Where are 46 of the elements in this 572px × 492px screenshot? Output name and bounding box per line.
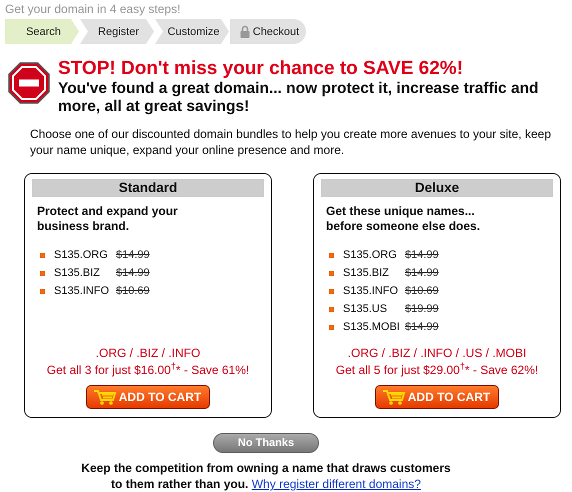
step-tab[interactable]: Customize [155, 19, 229, 44]
old-price: $10.69 [116, 285, 150, 297]
domain-name: S135.MOBI [343, 321, 401, 333]
bullet-icon [329, 306, 334, 312]
headline: STOP! Don't miss your chance to SAVE 62%! [58, 57, 464, 80]
stop-sign-icon [8, 62, 50, 104]
intro-text: Get your domain in 4 easy steps! [4, 2, 182, 18]
bullet-icon [40, 288, 45, 294]
cart-icon [92, 389, 117, 405]
old-price: $10.69 [405, 285, 439, 297]
bundle-tagline: Protect and expand your business brand. [37, 204, 179, 234]
bullet-icon [329, 288, 334, 294]
bundle-title: Standard [32, 179, 264, 197]
extensions-text: .ORG / .BIZ / .INFO / .US / .MOBI [346, 345, 528, 362]
old-price: $14.99 [116, 249, 150, 261]
domain-name: S135.INFO [54, 285, 110, 297]
bullet-icon [329, 324, 334, 330]
step-tab[interactable]: Search [5, 19, 79, 44]
cart-icon [382, 389, 406, 405]
old-price: $14.99 [116, 267, 150, 279]
domain-name: S135.US [343, 303, 388, 315]
old-price: $19.99 [405, 303, 439, 315]
bullet-icon [329, 270, 334, 276]
domain-name: S135.BIZ [54, 267, 101, 279]
old-price: $14.99 [405, 321, 439, 333]
bundle-tagline: Get these unique names... before someone else does. [326, 204, 482, 234]
footer-text: Keep the competition from owning a name that draws customers to them rather than you. Why register different domains? [81, 460, 451, 492]
bundle-title: Deluxe [321, 179, 553, 197]
description-text: Choose one of our discounted domain bundles to help you create more avenues to your site, keep your name unique, expand your online presence and more. [30, 126, 552, 158]
lock-icon [240, 25, 250, 38]
old-price: $14.99 [405, 249, 439, 261]
bullet-icon [40, 270, 45, 276]
domain-name: S135.INFO [343, 285, 400, 297]
bullet-icon [40, 252, 45, 258]
why-link[interactable]: Why register different domains? [252, 477, 421, 491]
domain-name: S135.ORG [54, 249, 109, 261]
step-tab[interactable]: Checkout [230, 19, 306, 44]
offer-text: Get all 3 for just $16.00$^{†}$* - Save 61%! [46, 362, 250, 379]
bullet-icon [329, 252, 334, 258]
domain-name: S135.ORG [343, 249, 398, 261]
step-tab[interactable]: Register [80, 19, 154, 44]
subheadline: You've found a great domain... now protect it, increase traffic and more, all at great savings! [58, 80, 540, 116]
old-price: $14.99 [405, 267, 439, 279]
extensions-text: .ORG / .BIZ / .INFO [94, 345, 202, 362]
offer-text: Get all 5 for just $29.00$^{†}$* - Save 62%! [334, 362, 540, 379]
domain-name: S135.BIZ [343, 267, 390, 279]
